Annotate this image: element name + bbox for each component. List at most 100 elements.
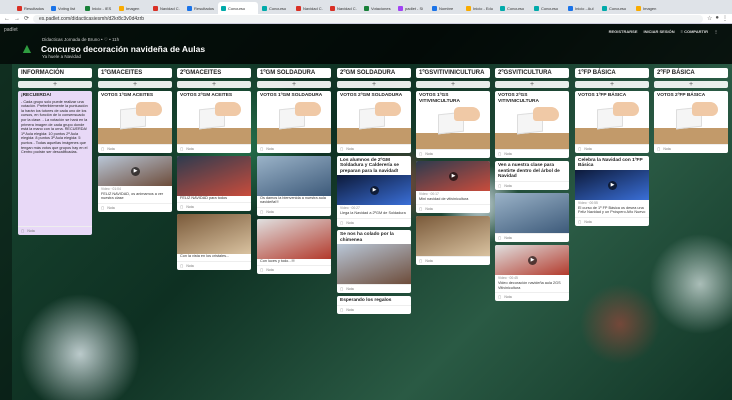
- post-card[interactable]: Ven a nuestra clase para sentirte dentro…: [495, 161, 569, 190]
- post-card[interactable]: ▢ Nota: [416, 215, 490, 265]
- add-post-button[interactable]: +: [257, 81, 331, 88]
- post-photo[interactable]: [495, 192, 569, 233]
- play-icon[interactable]: ▶: [528, 255, 537, 265]
- browser-tab[interactable]: Concurso: [218, 2, 258, 14]
- column-title[interactable]: 2ºGMACEITES: [177, 68, 251, 78]
- comment-icon[interactable]: ▢: [498, 236, 501, 240]
- comment-icon[interactable]: ▢: [578, 220, 581, 224]
- post-card[interactable]: ▢ Nota: [495, 192, 569, 242]
- browser-tab[interactable]: Concurso: [259, 2, 292, 14]
- column-title[interactable]: 1ºFP BÁSICA: [575, 68, 649, 78]
- column-title[interactable]: 1ºGMACEITES: [98, 68, 172, 78]
- column-title[interactable]: 1ºGM SOLDADURA: [257, 68, 331, 78]
- browser-tab[interactable]: Inicio - Aul: [565, 2, 598, 14]
- column-title[interactable]: 2ºGSVITICULTURA: [495, 68, 569, 78]
- comment-icon[interactable]: ▢: [101, 206, 104, 210]
- post-card[interactable]: Con luces y todo...!!! ▢ Nota: [257, 218, 331, 275]
- post-card[interactable]: ¡RECUERDA! - Cada grupo solo puede realiz…: [18, 91, 92, 235]
- browser-tab[interactable]: Votaciones: [361, 2, 394, 14]
- bookmark-icon[interactable]: ☆: [707, 15, 712, 22]
- add-post-button[interactable]: +: [654, 81, 728, 88]
- add-post-button[interactable]: +: [416, 81, 490, 88]
- add-post-button[interactable]: +: [495, 81, 569, 88]
- video-thumbnail[interactable]: ▶: [416, 161, 490, 192]
- login-button[interactable]: INICIAR SESIÓN: [644, 29, 675, 34]
- post-card[interactable]: Celebra la Navidad con 1ºFP Básica ▶ Vídeo…: [575, 155, 649, 226]
- browser-tab[interactable]: Navidad C.: [150, 2, 183, 14]
- post-photo[interactable]: [337, 244, 411, 285]
- forward-icon[interactable]: →: [14, 16, 20, 22]
- comment-icon[interactable]: ▢: [498, 295, 501, 299]
- add-post-button[interactable]: +: [575, 81, 649, 88]
- video-thumbnail[interactable]: ▶: [495, 244, 569, 275]
- post-card[interactable]: VOTOS 1ºFP BÁSICA ▢ Nota: [575, 91, 649, 153]
- column-title[interactable]: 2ºFP BÁSICA: [654, 68, 728, 78]
- comment-icon[interactable]: ▢: [657, 147, 660, 151]
- post-card[interactable]: Esperando los regalos ▢ Nota: [337, 296, 411, 314]
- more-icon[interactable]: ⋮: [714, 29, 718, 34]
- address-input[interactable]: es.padlet.com/didacticasiesmh/d2kr8c3v0d…: [33, 14, 703, 23]
- back-icon[interactable]: ←: [4, 16, 10, 22]
- add-post-button[interactable]: +: [18, 81, 92, 88]
- post-card[interactable]: VOTOS 2ºGS VITIVINICULTURA ▢ Nota: [495, 91, 569, 159]
- play-icon[interactable]: ▶: [370, 186, 379, 196]
- post-card[interactable]: Os damos la bienvenida a nuestra aula na…: [257, 155, 331, 216]
- comment-icon[interactable]: ▢: [340, 287, 343, 291]
- browser-tab[interactable]: Resultados: [184, 2, 217, 14]
- post-card[interactable]: ▶ Vídeo · 00:17 Mini navidad de vitivinicu…: [416, 161, 490, 213]
- browser-tab[interactable]: Concurso: [497, 2, 530, 14]
- post-photo[interactable]: [177, 155, 251, 196]
- comment-icon[interactable]: ▢: [21, 229, 24, 233]
- browser-tab[interactable]: Navidad C.: [293, 2, 326, 14]
- post-card[interactable]: ▶ Vídeo · 00:45 Video decoración navideña …: [495, 244, 569, 302]
- video-thumbnail[interactable]: ▶: [98, 155, 172, 186]
- column-title[interactable]: INFORMACIÓN: [18, 68, 92, 78]
- comment-icon[interactable]: ▢: [578, 147, 581, 151]
- post-card[interactable]: VOTOS 2ºGM SOLDADURA ▢ Nota: [337, 91, 411, 153]
- comment-icon[interactable]: ▢: [419, 152, 422, 156]
- comment-icon[interactable]: ▢: [260, 268, 263, 272]
- browser-tab[interactable]: Navidad C.: [327, 2, 360, 14]
- browser-tab[interactable]: Imagen: [116, 2, 149, 14]
- browser-tab[interactable]: Inicio - IES: [82, 2, 115, 14]
- post-photo[interactable]: [257, 155, 331, 196]
- browser-tab[interactable]: Imagen: [633, 2, 666, 14]
- comment-icon[interactable]: ▢: [340, 221, 343, 225]
- comment-icon[interactable]: ▢: [340, 308, 343, 312]
- add-post-button[interactable]: +: [177, 81, 251, 88]
- comment-icon[interactable]: ▢: [498, 152, 501, 156]
- register-button[interactable]: REGISTRARSE: [609, 29, 638, 34]
- profile-icon[interactable]: ●: [715, 15, 719, 22]
- menu-icon[interactable]: ⋮: [722, 15, 728, 22]
- play-icon[interactable]: ▶: [608, 180, 617, 190]
- video-thumbnail[interactable]: ▶: [337, 175, 411, 206]
- column-title[interactable]: 1ºGSVITIVINICULTURA: [416, 68, 490, 78]
- add-post-button[interactable]: +: [98, 81, 172, 88]
- comment-icon[interactable]: ▢: [101, 147, 104, 151]
- browser-tab[interactable]: padlet - Si: [395, 2, 428, 14]
- comment-icon[interactable]: ▢: [180, 147, 183, 151]
- post-photo[interactable]: [416, 215, 490, 256]
- add-post-button[interactable]: +: [337, 81, 411, 88]
- brand-logo[interactable]: padlet: [4, 27, 18, 33]
- post-photo[interactable]: [177, 214, 251, 255]
- comment-icon[interactable]: ▢: [419, 259, 422, 263]
- comment-icon[interactable]: ▢: [419, 207, 422, 211]
- play-icon[interactable]: ▶: [449, 172, 458, 182]
- comment-icon[interactable]: ▢: [498, 184, 501, 188]
- browser-tab[interactable]: Voting list: [48, 2, 81, 14]
- comment-icon[interactable]: ▢: [260, 147, 263, 151]
- comment-icon[interactable]: ▢: [340, 147, 343, 151]
- post-card[interactable]: ▶ Vídeo · 01:04 FELIZ NAVIDAD, os animamos…: [98, 155, 172, 212]
- browser-tab[interactable]: Resultados: [14, 2, 47, 14]
- share-button[interactable]: ≡ COMPARTIR: [681, 29, 708, 34]
- post-photo[interactable]: [257, 218, 331, 259]
- post-card[interactable]: Con la vista en los cristales... ▢ Nota: [177, 214, 251, 270]
- post-card[interactable]: Se nos ha colado por la chimenea ▢ Nota: [337, 229, 411, 294]
- reload-icon[interactable]: ⟳: [24, 15, 29, 22]
- post-card[interactable]: Los alumnos de 2ºGM Soldadura y Calderer…: [337, 155, 411, 227]
- play-icon[interactable]: ▶: [131, 166, 140, 176]
- post-card[interactable]: VOTOS 2ºFP BÁSICA ▢ Nota: [654, 91, 728, 153]
- comment-icon[interactable]: ▢: [180, 264, 183, 268]
- browser-tab[interactable]: Inicio - Edu: [463, 2, 496, 14]
